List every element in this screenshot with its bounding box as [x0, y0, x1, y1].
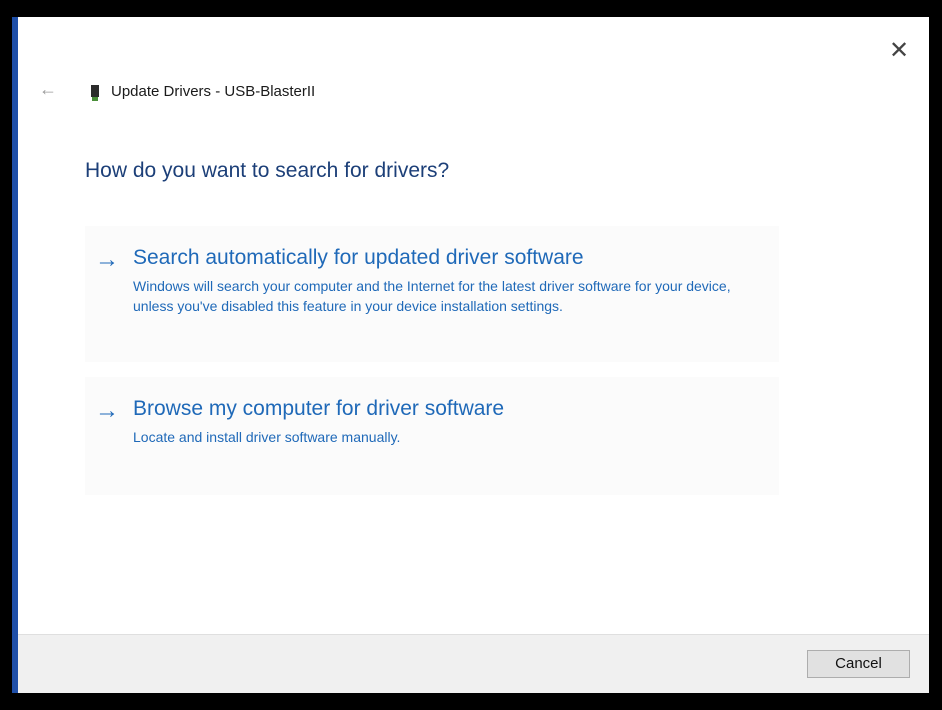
close-button[interactable]: ✕: [887, 39, 911, 63]
page-heading: How do you want to search for drivers?: [85, 159, 450, 182]
option-title: Search automatically for updated driver …: [133, 246, 584, 269]
window-title: Update Drivers - USB-BlasterII: [111, 83, 316, 100]
update-drivers-dialog: ✕ ← Update Drivers - USB-BlasterII How d…: [18, 17, 932, 693]
option-description: Locate and install driver software manua…: [133, 429, 401, 445]
arrow-right-icon: →: [95, 246, 119, 273]
dialog-footer: Cancel: [18, 634, 929, 693]
option-description: Windows will search your computer and th…: [133, 278, 731, 314]
arrow-right-icon: →: [95, 397, 119, 424]
browse-computer-option[interactable]: → Browse my computer for driver software…: [85, 377, 779, 495]
search-automatically-option[interactable]: → Search automatically for updated drive…: [85, 226, 779, 362]
back-button[interactable]: ←: [38, 79, 58, 99]
option-title: Browse my computer for driver software: [133, 397, 505, 420]
back-arrow-icon: ←: [39, 79, 57, 99]
close-icon: ✕: [888, 37, 910, 64]
cancel-button[interactable]: Cancel: [807, 650, 910, 678]
usb-device-icon: [91, 85, 99, 101]
